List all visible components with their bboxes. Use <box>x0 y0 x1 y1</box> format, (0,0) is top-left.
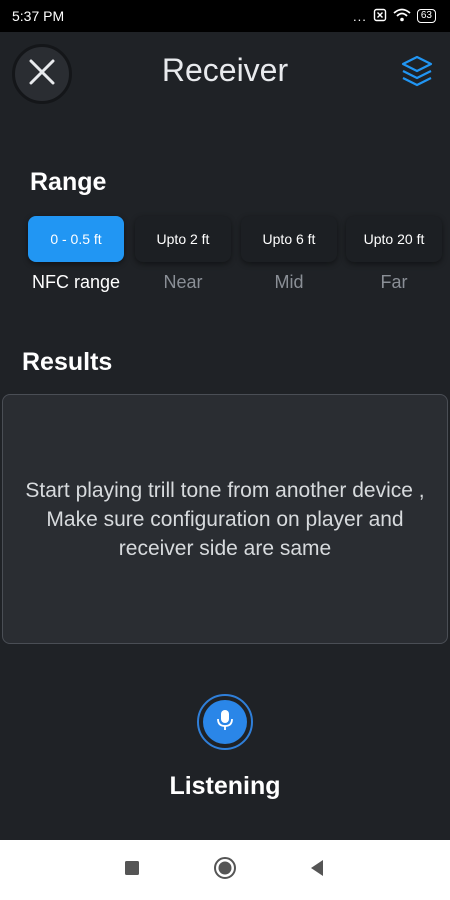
listening-status: Listening <box>169 772 281 800</box>
status-bar: 5:37 PM ... 63 <box>0 0 450 32</box>
range-chip[interactable]: Upto 6 ft <box>241 216 337 262</box>
status-time: 5:37 PM <box>12 8 65 24</box>
range-label: Mid <box>274 272 304 292</box>
sim-icon <box>373 8 387 25</box>
range-option-nfc[interactable]: 0 - 0.5 ft NFC range <box>28 216 124 293</box>
results-message: Start playing trill tone from another de… <box>25 478 425 560</box>
range-option-far[interactable]: Upto 20 ft Far <box>346 216 442 293</box>
recent-apps-icon <box>124 860 140 881</box>
mic-inner <box>203 700 247 744</box>
status-dots: ... <box>353 8 367 24</box>
wifi-icon <box>393 8 411 25</box>
system-nav-bar <box>0 840 450 900</box>
back-icon <box>309 859 325 882</box>
range-option-mid[interactable]: Upto 6 ft Mid <box>241 216 337 293</box>
home-icon <box>213 856 237 885</box>
listen-button[interactable] <box>197 694 253 750</box>
battery-icon: 63 <box>416 9 436 23</box>
layers-button[interactable] <box>398 54 436 94</box>
microphone-icon <box>215 709 235 736</box>
layers-icon <box>398 55 436 98</box>
range-chip[interactable]: 0 - 0.5 ft <box>28 216 124 262</box>
range-chip[interactable]: Upto 2 ft <box>135 216 231 262</box>
range-chip[interactable]: Upto 20 ft <box>346 216 442 262</box>
results-panel: Start playing trill tone from another de… <box>2 394 448 644</box>
results-heading: Results <box>22 348 113 376</box>
status-icons: ... 63 <box>353 8 436 25</box>
page-title: Receiver <box>161 52 289 88</box>
app-header: Receiver <box>0 32 450 118</box>
range-label: Near <box>163 272 203 292</box>
recent-apps-button[interactable] <box>120 858 144 882</box>
home-button[interactable] <box>213 856 237 885</box>
back-button[interactable] <box>305 858 329 882</box>
range-label: Far <box>380 272 408 292</box>
range-option-near[interactable]: Upto 2 ft Near <box>135 216 231 293</box>
range-heading: Range <box>30 168 107 196</box>
range-label: NFC range <box>31 272 121 292</box>
